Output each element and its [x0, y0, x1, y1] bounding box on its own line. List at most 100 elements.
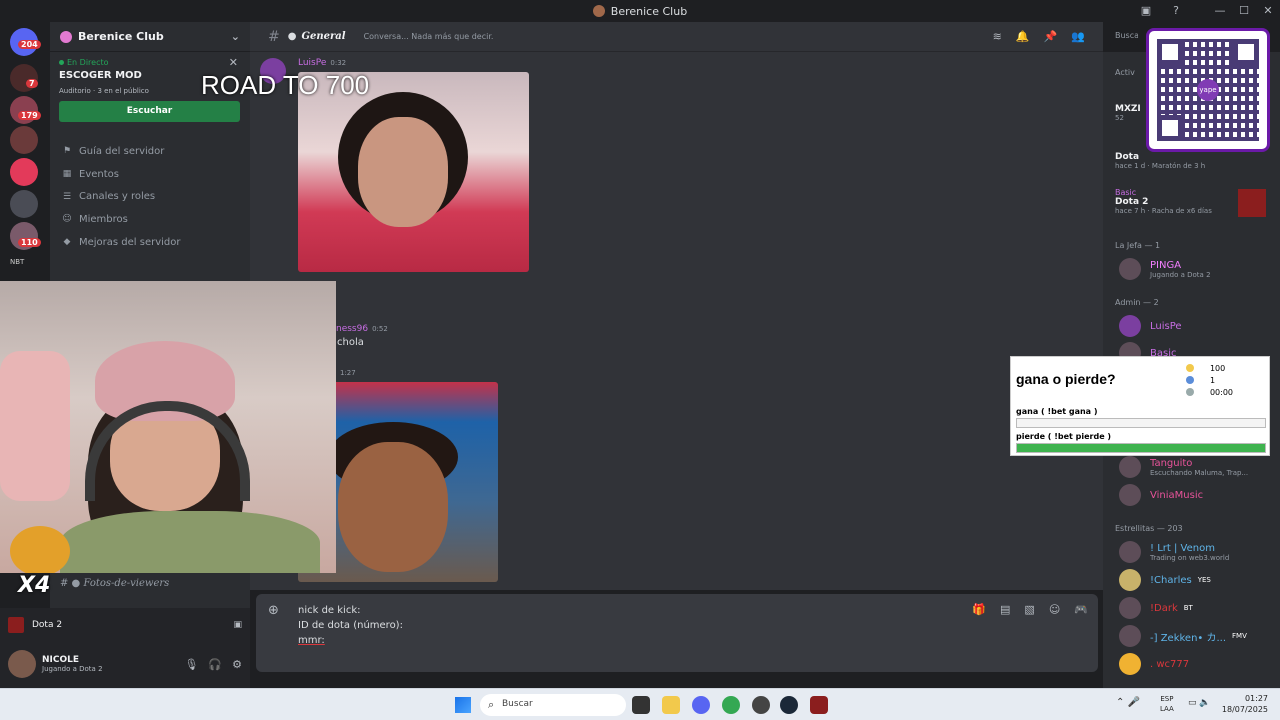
- language-indicator[interactable]: ESP LAA: [1160, 694, 1174, 714]
- emoji-icon[interactable]: ☺: [1049, 603, 1060, 616]
- headphones-icon[interactable]: 🎧: [208, 658, 222, 671]
- activity-meta: hace 7 h · Racha de x6 días: [1115, 207, 1212, 215]
- nav-boosts[interactable]: ◆ Mejoras del servidor: [50, 231, 250, 254]
- member-item[interactable]: !Charles YES: [1119, 569, 1211, 591]
- webcam-overlay: [0, 281, 336, 573]
- activity-time: hace 7 h: [1115, 207, 1146, 215]
- steam-icon[interactable]: [780, 696, 798, 714]
- avatar: [1119, 315, 1141, 337]
- task-view-icon[interactable]: [632, 696, 650, 714]
- composer-text[interactable]: nick de kick: ID de dota (número): mmr:: [298, 603, 403, 648]
- member-name: ! Lrt | Venom: [1150, 542, 1215, 554]
- taskbar-search[interactable]: Buscar: [480, 694, 626, 716]
- activity-card[interactable]: MXZI 52: [1115, 104, 1141, 122]
- chevron-down-icon[interactable]: ⌄: [231, 30, 240, 43]
- gift-icon[interactable]: 🎁: [972, 603, 986, 616]
- avatar: [1119, 597, 1141, 619]
- minimize-button[interactable]: —: [1208, 0, 1232, 22]
- file-explorer-icon[interactable]: [662, 696, 680, 714]
- server-header[interactable]: Berenice Club ⌄: [50, 22, 250, 52]
- member-item[interactable]: !Dark BT: [1119, 597, 1193, 619]
- member-item[interactable]: ViniaMusic: [1119, 484, 1203, 506]
- server-icon[interactable]: [10, 158, 38, 186]
- dota-icon[interactable]: [810, 696, 828, 714]
- server-logo-icon: [60, 30, 72, 43]
- audience-count: 3 en el público: [97, 87, 149, 95]
- activity-row[interactable]: Dota 2 ▣: [8, 615, 242, 635]
- chrome-icon[interactable]: [722, 696, 740, 714]
- threads-icon[interactable]: ≋: [993, 30, 1002, 43]
- members-list-icon[interactable]: 👥: [1071, 30, 1085, 43]
- dota-icon: [1238, 189, 1266, 217]
- server-name: Berenice Club: [78, 30, 164, 43]
- users-icon: [1186, 376, 1198, 385]
- help-icon[interactable]: ?: [1168, 3, 1184, 19]
- mic-icon[interactable]: 🎙: [184, 658, 198, 671]
- member-item[interactable]: . wc777: [1119, 653, 1189, 675]
- lang-code: ESP: [1160, 695, 1174, 703]
- maximize-button[interactable]: ☐: [1232, 0, 1256, 22]
- network-icon[interactable]: ▭ 🔈: [1188, 698, 1211, 708]
- author-name[interactable]: ness96: [336, 324, 368, 334]
- message-time: 1:27: [340, 369, 356, 377]
- message-list: LuisPe 0:32 ness96 0:52 chola 1:27: [250, 52, 1103, 590]
- screen-share-icon[interactable]: ▣: [1138, 3, 1154, 19]
- search-input[interactable]: Buscar: [1110, 27, 1138, 47]
- activity-card[interactable]: Dota hace 1 d · Maratón de 3 h: [1115, 152, 1205, 170]
- poll-option-label: gana ( !bet gana ): [1016, 407, 1098, 416]
- discord-icon[interactable]: [692, 696, 710, 714]
- message-composer[interactable]: ⊕ nick de kick: ID de dota (número): mmr…: [256, 594, 1098, 672]
- obs-icon[interactable]: [752, 696, 770, 714]
- server-avatar-icon: [592, 5, 605, 17]
- avatar[interactable]: [8, 650, 36, 678]
- clock[interactable]: 01:27 18/07/2025: [1222, 693, 1268, 715]
- message-image[interactable]: [298, 72, 529, 272]
- server-badge: 7: [26, 79, 38, 88]
- server-icon[interactable]: [10, 190, 38, 218]
- author-name[interactable]: LuisPe: [298, 58, 326, 68]
- section-header: La Jefa — 1: [1115, 241, 1161, 250]
- gamepad-icon[interactable]: 🎮: [1074, 603, 1088, 616]
- server-icon[interactable]: [10, 126, 38, 154]
- live-badge: En Directo: [59, 58, 241, 67]
- activity-game: Dota: [1115, 152, 1140, 162]
- activity-card[interactable]: Basic Dota 2 hace 7 h · Racha de x6 días: [1115, 188, 1212, 215]
- channel-item[interactable]: # ● Fotos-de-viewers: [60, 578, 169, 589]
- windows-start-icon[interactable]: [455, 697, 471, 713]
- user-row: NICOLE Jugando a Dota 2 🎙 🎧 ⚙: [8, 648, 242, 680]
- listen-button[interactable]: Escuchar: [59, 101, 240, 122]
- screen-icon[interactable]: ▣: [233, 620, 242, 630]
- message-author[interactable]: LuisPe 0:32: [298, 58, 346, 68]
- nav-events[interactable]: ▦ Eventos: [50, 163, 250, 186]
- member-item[interactable]: PINGA Jugando a Dota 2: [1119, 258, 1211, 280]
- member-item[interactable]: ! Lrt | Venom Trading on web3.world: [1119, 541, 1229, 563]
- member-item[interactable]: Tanguito Escuchando Maluma, Trap...: [1119, 456, 1248, 478]
- avatar: [1119, 456, 1141, 478]
- activity-user: Basic: [1115, 188, 1137, 197]
- tray-icons[interactable]: ⌃ 🎤: [1116, 697, 1140, 708]
- sticker-icon[interactable]: ▧: [1024, 603, 1034, 616]
- gear-icon[interactable]: ⚙: [232, 658, 242, 671]
- qr-finder: [1157, 115, 1183, 141]
- activity-game: Dota 2: [1115, 197, 1149, 207]
- gif-icon[interactable]: ▤: [1000, 603, 1010, 616]
- poll-option-bar: [1016, 443, 1266, 453]
- nav-guide[interactable]: ⚑ Guía del servidor: [50, 140, 250, 163]
- message-author[interactable]: 1:27: [336, 368, 356, 378]
- member-item[interactable]: LuisPe: [1119, 315, 1182, 337]
- message-author[interactable]: ness96 0:52: [336, 324, 388, 334]
- add-attachment-icon[interactable]: ⊕: [268, 603, 279, 618]
- pin-icon[interactable]: 📌: [1044, 30, 1058, 43]
- close-icon[interactable]: ✕: [229, 56, 238, 69]
- nav-channels-roles[interactable]: ☰ Canales y roles: [50, 185, 250, 208]
- qr-finder: [1233, 39, 1259, 65]
- dota-icon: [8, 617, 24, 633]
- nav-members[interactable]: ☺ Miembros: [50, 208, 250, 231]
- close-button[interactable]: ✕: [1256, 0, 1280, 22]
- section-header: Admin — 2: [1115, 298, 1159, 307]
- channel-topic[interactable]: Conversa... Nada más que decir.: [364, 32, 494, 41]
- list-icon: ☰: [62, 191, 72, 202]
- bell-icon[interactable]: 🔔: [1016, 30, 1030, 43]
- member-name: !Dark: [1150, 602, 1178, 614]
- member-item[interactable]: -] Zekken• カ... FMV: [1119, 625, 1247, 647]
